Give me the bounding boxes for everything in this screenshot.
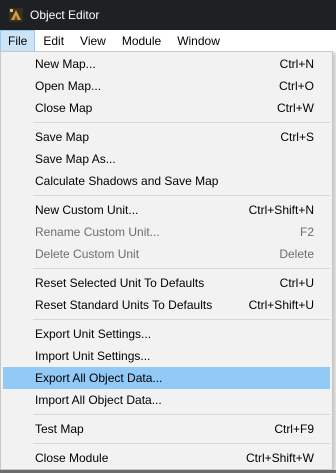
menu-item-import-all-object-data[interactable]: Import All Object Data... — [3, 389, 330, 411]
menu-item-label: Calculate Shadows and Save Map — [35, 174, 219, 188]
menu-item-label: Import Unit Settings... — [35, 349, 151, 363]
menu-item-shortcut: Ctrl+O — [278, 79, 314, 93]
menu-edit[interactable]: Edit — [35, 30, 72, 52]
menu-item-close-map[interactable]: Close Map Ctrl+W — [3, 97, 330, 119]
menu-item-save-map-as[interactable]: Save Map As... — [3, 148, 330, 170]
menu-item-calculate-shadows[interactable]: Calculate Shadows and Save Map — [3, 170, 330, 192]
menu-item-label: Close Map — [35, 101, 93, 115]
menu-separator — [3, 192, 330, 199]
menu-item-export-all-object-data[interactable]: Export All Object Data... — [3, 367, 330, 389]
menu-item-label: Rename Custom Unit... — [35, 225, 160, 239]
menu-item-label: Delete Custom Unit — [35, 247, 140, 261]
menu-bar: File Edit View Module Window — [0, 30, 336, 52]
menu-item-export-unit-settings[interactable]: Export Unit Settings... — [3, 323, 330, 345]
menu-item-new-custom-unit[interactable]: New Custom Unit... Ctrl+Shift+N — [3, 199, 330, 221]
window-title: Object Editor — [30, 8, 100, 22]
menu-item-label: New Custom Unit... — [35, 203, 139, 217]
menu-item-label: New Map... — [35, 57, 96, 71]
menu-view[interactable]: View — [72, 30, 114, 52]
menu-item-shortcut: Ctrl+U — [279, 276, 314, 290]
menu-item-close-module[interactable]: Close Module Ctrl+Shift+W — [3, 447, 330, 469]
menu-item-open-map[interactable]: Open Map... Ctrl+O — [3, 75, 330, 97]
menu-item-label: Test Map — [35, 422, 84, 436]
menu-item-shortcut: Ctrl+S — [280, 130, 314, 144]
menu-item-shortcut: Ctrl+W — [277, 101, 314, 115]
menu-separator — [3, 265, 330, 272]
menu-item-shortcut: Ctrl+N — [279, 57, 314, 71]
menu-separator — [3, 119, 330, 126]
menu-item-shortcut: Ctrl+F9 — [274, 422, 314, 436]
menu-item-label: Export All Object Data... — [35, 371, 163, 385]
menu-item-shortcut: Ctrl+Shift+N — [248, 203, 314, 217]
menu-item-label: Import All Object Data... — [35, 393, 162, 407]
menu-item-label: Export Unit Settings... — [35, 327, 152, 341]
menu-separator — [3, 440, 330, 447]
menu-module[interactable]: Module — [114, 30, 169, 52]
file-menu-dropdown: New Map... Ctrl+N Open Map... Ctrl+O Clo… — [0, 51, 333, 470]
menu-item-label: Save Map As... — [35, 152, 116, 166]
menu-item-label: Open Map... — [35, 79, 102, 93]
menu-item-rename-custom-unit: Rename Custom Unit... F2 — [3, 221, 330, 243]
title-bar: Object Editor — [0, 0, 336, 30]
menu-item-shortcut: Ctrl+Shift+W — [245, 451, 314, 465]
menu-item-shortcut: F2 — [299, 225, 314, 239]
menu-item-shortcut: Ctrl+Shift+U — [248, 298, 314, 312]
menu-item-label: Reset Standard Units To Defaults — [35, 298, 213, 312]
menu-item-reset-standard-units[interactable]: Reset Standard Units To Defaults Ctrl+Sh… — [3, 294, 330, 316]
object-editor-window: Object Editor File Edit View Module Wind… — [0, 0, 336, 473]
menu-item-label: Reset Selected Unit To Defaults — [35, 276, 205, 290]
menu-item-label: Save Map — [35, 130, 90, 144]
menu-item-test-map[interactable]: Test Map Ctrl+F9 — [3, 418, 330, 440]
menu-item-shortcut: Delete — [279, 247, 314, 261]
menu-file[interactable]: File — [0, 30, 36, 52]
menu-item-delete-custom-unit: Delete Custom Unit Delete — [3, 243, 330, 265]
menu-window[interactable]: Window — [169, 30, 228, 52]
menu-item-import-unit-settings[interactable]: Import Unit Settings... — [3, 345, 330, 367]
object-editor-app-icon — [8, 7, 24, 23]
menu-item-save-map[interactable]: Save Map Ctrl+S — [3, 126, 330, 148]
menu-separator — [3, 316, 330, 323]
menu-item-label: Close Module — [35, 451, 109, 465]
menu-item-new-map[interactable]: New Map... Ctrl+N — [3, 53, 330, 75]
menu-separator — [3, 411, 330, 418]
menu-item-reset-selected-unit[interactable]: Reset Selected Unit To Defaults Ctrl+U — [3, 272, 330, 294]
